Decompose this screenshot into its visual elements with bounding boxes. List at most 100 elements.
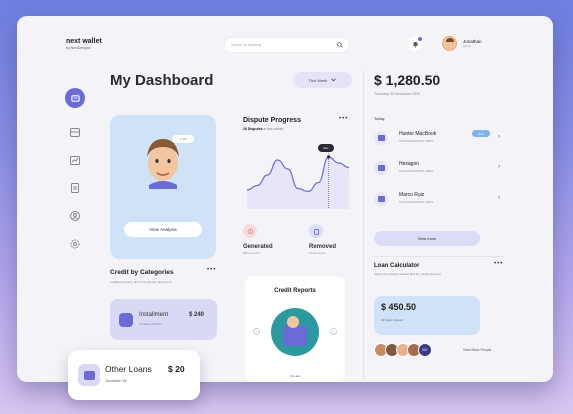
transaction-icon bbox=[374, 131, 388, 145]
dispute-subtitle: 28 Disputes in this month bbox=[243, 127, 283, 131]
notification-button[interactable] bbox=[408, 37, 422, 51]
brand[interactable]: next wallet by NextDesigns bbox=[66, 38, 102, 50]
loan-icon bbox=[78, 364, 100, 386]
user-role: admin bbox=[463, 44, 472, 48]
categories-subtitle: Installment loans, line of credit and ot… bbox=[110, 280, 172, 284]
page-title: My Dashboard bbox=[110, 72, 214, 89]
score-badge: ✓ 97 bbox=[172, 135, 194, 143]
dashboard-window: next wallet by NextDesigns Search for an… bbox=[17, 16, 553, 382]
search-input[interactable]: Search for anything bbox=[224, 37, 350, 53]
view-more-button[interactable]: View more bbox=[374, 231, 480, 246]
analysis-card: ✓ 97 View Analysis bbox=[110, 115, 216, 259]
generated-sub: 89k Invested bbox=[243, 251, 261, 255]
removed-label: Removed bbox=[309, 244, 337, 250]
period-value: This Week bbox=[308, 77, 328, 83]
installment-amount: $ 240 bbox=[189, 312, 205, 318]
transaction-item[interactable]: Hexagon 5234A3822489524 48051 › bbox=[374, 159, 504, 177]
loan-subtitle: Select the amount needed and the reimbur… bbox=[374, 272, 441, 276]
search-icon bbox=[337, 42, 343, 48]
wallet-icon bbox=[70, 94, 80, 102]
transaction-icon bbox=[374, 192, 388, 206]
view-analysis-button[interactable]: View Analysis bbox=[124, 222, 202, 237]
transaction-item[interactable]: Hunter MacBook 5234A3822489524 48051 New… bbox=[374, 129, 504, 147]
chevron-right-icon[interactable]: › bbox=[498, 164, 500, 170]
today-label: Today bbox=[374, 116, 385, 121]
other-loans-card[interactable]: Other Loans $ 20 Jonathan W. bbox=[68, 350, 200, 400]
new-badge: New bbox=[472, 130, 490, 137]
avatar bbox=[442, 36, 457, 51]
removed-stat: Removed 10 Accounts bbox=[309, 224, 336, 255]
categories-title: Credit by Categories bbox=[110, 269, 174, 276]
sidebar-item-profile[interactable] bbox=[68, 210, 82, 222]
sidebar-item-settings[interactable] bbox=[68, 238, 82, 250]
more-people-badge: 20+ bbox=[418, 343, 432, 357]
sidebar bbox=[65, 88, 87, 266]
chevron-right-icon[interactable]: › bbox=[498, 195, 500, 201]
installment-sub: Jonathan William bbox=[139, 322, 162, 326]
loan-calculator-title: Loan Calculator bbox=[374, 263, 420, 269]
installment-icon bbox=[119, 313, 133, 327]
removed-icon bbox=[309, 224, 323, 238]
people-avatars[interactable]: 20+ bbox=[374, 343, 432, 357]
bell-icon bbox=[412, 41, 418, 48]
loan-amount-card[interactable]: $ 450.50 All Cash Amount bbox=[374, 296, 480, 335]
gear-icon bbox=[70, 239, 80, 249]
generated-icon bbox=[243, 224, 257, 238]
credit-report-illustration bbox=[271, 308, 319, 356]
loan-more-button[interactable]: ••• bbox=[494, 261, 503, 267]
categories-more-button[interactable]: ••• bbox=[207, 267, 216, 273]
transaction-id: 5234A3822489524 48051 bbox=[399, 169, 434, 173]
transaction-id: 5234A3822489524 48051 bbox=[399, 139, 434, 143]
chevron-down-icon bbox=[331, 78, 337, 82]
dispute-more-button[interactable]: ••• bbox=[339, 116, 348, 122]
search-placeholder: Search for anything bbox=[231, 43, 262, 47]
installment-card[interactable]: Installment Jonathan William $ 240 bbox=[110, 299, 217, 340]
transaction-name: Marco Ruiz bbox=[399, 192, 425, 198]
chart-area bbox=[247, 157, 349, 209]
credit-reports-footer: You are bbox=[289, 374, 301, 378]
chevron-right-icon[interactable]: › bbox=[498, 134, 500, 140]
dispute-line-chart bbox=[246, 151, 350, 209]
transaction-item[interactable]: Marco Ruiz 5234A3822489524 48051 › bbox=[374, 190, 504, 208]
credit-reports-title: Credit Reports bbox=[274, 288, 316, 294]
prev-arrow-button[interactable]: ‹ bbox=[253, 328, 260, 335]
balance-amount: $ 1,280.50 bbox=[374, 72, 441, 88]
generated-stat: Generated 89k Invested bbox=[243, 224, 273, 255]
loan-amount-sub: All Cash Amount bbox=[381, 318, 404, 322]
section-divider bbox=[374, 256, 504, 257]
sidebar-item-reports[interactable] bbox=[68, 154, 82, 166]
chart-icon bbox=[70, 155, 80, 165]
user-profile[interactable]: Jonathan admin bbox=[442, 36, 482, 51]
dispute-title: Dispute Progress bbox=[243, 117, 301, 124]
sidebar-item-cards[interactable] bbox=[68, 126, 82, 138]
transaction-name: Hunter MacBook bbox=[399, 131, 437, 137]
period-select[interactable]: This Week bbox=[293, 72, 352, 88]
chart-tooltip: Dec bbox=[318, 144, 334, 152]
installment-name: Installment bbox=[139, 312, 169, 318]
sidebar-item-wallet[interactable] bbox=[65, 88, 85, 108]
credit-reports-card: Credit Reports ‹ › You are bbox=[245, 276, 345, 382]
sidebar-item-documents[interactable] bbox=[68, 182, 82, 194]
dispute-count: 28 Disputes bbox=[243, 127, 263, 131]
other-loans-sub: Jonathan W. bbox=[105, 378, 128, 383]
next-arrow-button[interactable]: › bbox=[330, 328, 337, 335]
document-icon bbox=[71, 183, 79, 193]
other-loans-amount: $ 20 bbox=[168, 364, 185, 374]
card-icon bbox=[70, 127, 80, 137]
user-icon bbox=[70, 211, 80, 221]
column-divider bbox=[363, 70, 364, 380]
other-loans-name: Other Loans bbox=[105, 364, 152, 374]
dispute-count-suffix: in this month bbox=[263, 127, 284, 131]
transaction-id: 5234A3822489524 48051 bbox=[399, 200, 434, 204]
highlight-point bbox=[327, 155, 331, 159]
generated-label: Generated bbox=[243, 244, 273, 250]
transaction-icon bbox=[374, 161, 388, 175]
transaction-name: Hexagon bbox=[399, 161, 420, 167]
brand-name: next wallet bbox=[66, 38, 102, 45]
removed-sub: 10 Accounts bbox=[309, 251, 326, 255]
loan-amount: $ 450.50 bbox=[381, 302, 417, 312]
notification-dot bbox=[418, 37, 422, 41]
view-more-people-link[interactable]: View More People bbox=[463, 348, 491, 352]
brand-sub: by NextDesigns bbox=[66, 46, 91, 50]
balance-date: Thursday, 30 December 2020 bbox=[374, 92, 421, 96]
